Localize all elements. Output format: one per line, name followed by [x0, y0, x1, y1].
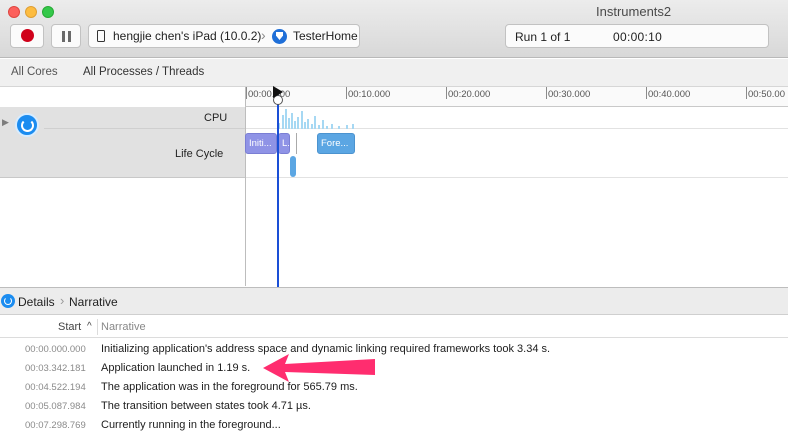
table-row[interactable]: 00:05.087.984 The transition between sta…: [0, 398, 788, 417]
table-header: Start ^ Narrative: [0, 316, 788, 338]
row-start-time: 00:00.000.000: [25, 344, 86, 355]
cpu-usage-graph: [276, 107, 356, 129]
activity-monitor-icon: [15, 113, 39, 137]
run-time: 00:00:10: [613, 30, 663, 44]
lifecycle-segment-foreground[interactable]: Fore...: [317, 133, 355, 154]
window-title: Instruments2: [596, 4, 672, 19]
details-jump-bar: Details › Narrative: [0, 287, 788, 315]
activity-monitor-icon: [1, 294, 15, 308]
run-label: Run 1 of 1: [515, 30, 571, 44]
all-cores-filter[interactable]: All Cores: [11, 66, 58, 78]
lifecycle-segment-launching[interactable]: L...: [278, 133, 290, 154]
start-column-header[interactable]: Start: [58, 321, 81, 333]
cpu-track-label: CPU: [204, 112, 228, 124]
playhead-flag-icon[interactable]: [273, 86, 283, 98]
target-selector[interactable]: hengjie chen's iPad (10.0.2) › TesterHom…: [88, 24, 360, 48]
lifecycle-segment-initializing[interactable]: Initi...: [245, 133, 277, 154]
record-button[interactable]: [10, 24, 44, 48]
table-row[interactable]: 00:04.522.194 The application was in the…: [0, 379, 788, 398]
annotation-arrow-icon: [263, 354, 375, 382]
ruler-tick-label: 00:30.000: [548, 89, 591, 100]
row-narrative: The transition between states took 4.71 …: [101, 400, 311, 412]
table-row[interactable]: 00:07.298.769 Currently running in the f…: [0, 417, 788, 436]
row-start-time: 00:03.342.181: [25, 363, 86, 374]
chevron-right-icon: ›: [261, 27, 266, 43]
pause-button[interactable]: [51, 24, 81, 48]
scope-bar: All Cores All Processes / Threads: [0, 59, 788, 87]
ruler-tick-label: 00:40.000: [648, 89, 691, 100]
disclosure-triangle-icon[interactable]: ▶: [2, 117, 9, 128]
ruler-tick-label: 00:50.00: [748, 89, 785, 100]
row-start-time: 00:04.522.194: [25, 382, 86, 393]
timeline-ruler[interactable]: 00:00.000 00:10.000 00:20.000 00:30.000 …: [245, 87, 788, 107]
row-narrative: Currently running in the foreground...: [101, 419, 281, 431]
row-start-time: 00:07.298.769: [25, 420, 86, 431]
lifecycle-track-label: Life Cycle: [175, 148, 224, 160]
lifecycle-segment-transition[interactable]: [290, 156, 296, 177]
title-bar: Instruments2 hengjie chen's iPad (10.0.2…: [0, 0, 788, 58]
narrative-column-header[interactable]: Narrative: [101, 321, 146, 333]
minimize-window-button[interactable]: [25, 6, 37, 18]
close-window-button[interactable]: [8, 6, 20, 18]
playhead[interactable]: [277, 95, 279, 287]
chevron-right-icon: ›: [60, 293, 65, 308]
details-breadcrumb[interactable]: Details: [18, 295, 55, 309]
sort-ascending-icon: ^: [87, 321, 92, 332]
target-app-label: TesterHome: [293, 29, 358, 43]
pause-icon: [62, 31, 65, 42]
all-processes-filter[interactable]: All Processes / Threads: [83, 66, 204, 78]
narrative-breadcrumb[interactable]: Narrative: [69, 295, 118, 309]
ipad-icon: [97, 30, 105, 42]
device-label: hengjie chen's iPad (10.0.2): [113, 29, 262, 43]
table-row[interactable]: 00:03.342.181 Application launched in 1.…: [0, 360, 788, 379]
run-status[interactable]: Run 1 of 1 00:00:10: [505, 24, 769, 48]
ruler-tick-label: 00:10.000: [348, 89, 391, 100]
table-row[interactable]: 00:00.000.000 Initializing application's…: [0, 341, 788, 360]
row-narrative: Application launched in 1.19 s.: [101, 362, 251, 374]
row-start-time: 00:05.087.984: [25, 401, 86, 412]
app-shield-icon: [272, 29, 287, 44]
ruler-tick-label: 00:20.000: [448, 89, 491, 100]
zoom-window-button[interactable]: [42, 6, 54, 18]
ruler-tick-label: 00:00.000: [248, 89, 291, 100]
record-icon: [21, 29, 34, 42]
